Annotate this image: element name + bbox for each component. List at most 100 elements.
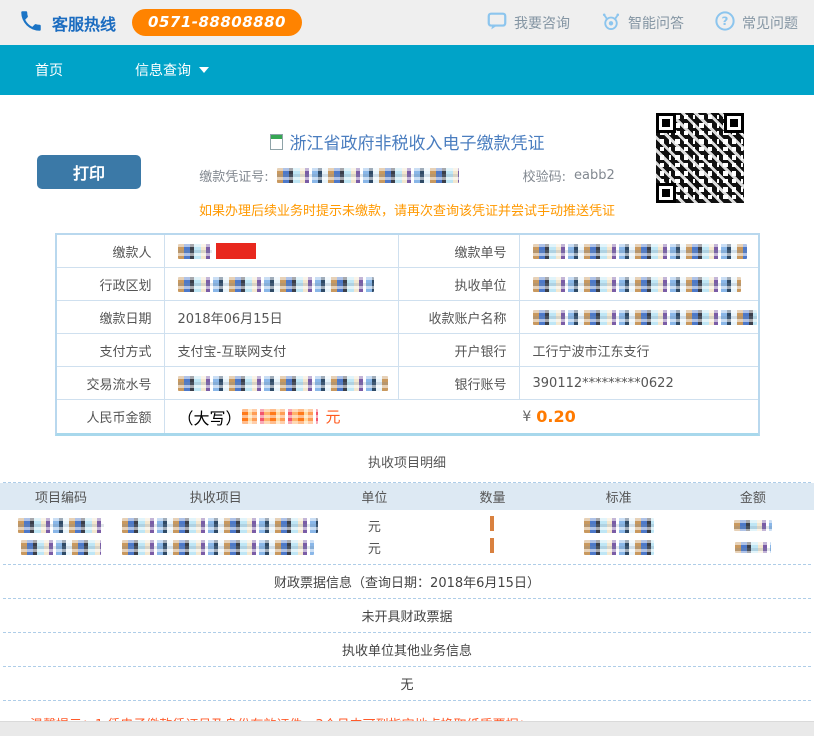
nav-query-label: 信息查询 [135,60,191,80]
table-row: 行政区划 执收单位 [57,268,758,301]
qr-code [654,111,746,205]
detail-code-redacted [0,540,122,555]
detail-unit: 元 [309,516,439,535]
detail-standard-redacted [545,540,692,555]
detail-code-redacted [0,518,122,533]
smart-qa-link[interactable]: 智能问答 [600,10,684,36]
field-label-region: 行政区划 [57,268,165,300]
hotline-number: 0571-88808880 [132,9,302,36]
page-title: 浙江省政府非税收入电子缴款凭证 [290,129,545,154]
invoice-status: 未开具财政票据 [0,599,814,632]
detail-standard-redacted [545,518,692,533]
other-business-value: 无 [0,667,814,700]
field-label-collecting-unit: 执收单位 [399,268,520,300]
nav-home-label: 首页 [35,60,63,80]
main-nav: 首页 信息查询 [0,45,814,95]
col-header-amount: 金额 [692,487,814,506]
document-icon [270,134,283,150]
table-row: 缴款日期 2018年06月15日 收款账户名称 [57,301,758,334]
field-label-pay-date: 缴款日期 [57,301,165,333]
col-header-code: 项目编码 [0,487,122,506]
payment-info-table: 缴款人 缴款单号 行政区划 执收单位 缴款日期 2018年06月15日 收款账户… [55,233,760,436]
qr-finder-topleft [656,113,676,133]
table-row: 交易流水号 银行账号 390112*********0622 [57,367,758,400]
amount-numeric: ¥ 0.20 [341,407,758,426]
amount-value: 0.20 [536,407,575,426]
question-circle-icon: ? [714,10,736,36]
amount-capital-prefix: （大写） [178,405,242,429]
chat-bubble-icon [486,10,508,36]
detail-item-redacted [122,518,309,533]
currency-symbol: ¥ [522,409,531,425]
detail-item-redacted [122,540,309,555]
field-value-pay-method: 支付宝-互联网支付 [165,334,399,366]
field-label-transaction-no: 交易流水号 [57,367,165,399]
col-header-item: 执收项目 [122,487,309,506]
voucher-no-label: 缴款凭证号: [199,166,268,185]
field-value-bank: 工行宁波市江东支行 [520,334,758,366]
field-value-amount: （大写） 元 ¥ 0.20 [165,400,758,433]
qr-finder-topright [724,113,744,133]
check-code-label: 校验码: [523,166,566,185]
other-business-title: 执收单位其他业务信息 [0,633,814,666]
field-label-bank-account: 银行账号 [399,367,520,399]
table-row: 支付方式 支付宝-互联网支付 开户银行 工行宁波市江东支行 [57,334,758,367]
detail-row: 元 [0,536,814,558]
detail-row: 元 [0,514,814,536]
detail-unit: 元 [309,538,439,557]
detail-table-header: 项目编码 执收项目 单位 数量 标准 金额 [0,483,814,510]
field-value-payment-no [520,235,758,267]
detail-qty-redacted [440,516,546,535]
invoice-info-title: 财政票据信息（查询日期：2018年6月15日） [0,565,814,598]
robot-icon [600,10,622,36]
page-footer [0,721,814,736]
field-label-account-name: 收款账户名称 [399,301,520,333]
nav-item-home[interactable]: 首页 [35,60,63,80]
detail-table: 项目编码 执收项目 单位 数量 标准 金额 元 [0,483,814,564]
field-value-pay-date: 2018年06月15日 [165,301,399,333]
detail-section-title: 执收项目明细 [0,452,814,471]
chevron-down-icon [199,67,209,73]
field-label-payer: 缴款人 [57,235,165,267]
col-header-qty: 数量 [440,487,546,506]
consult-link[interactable]: 我要咨询 [486,10,570,36]
field-value-bank-account: 390112*********0622 [520,367,758,399]
detail-amount-redacted [692,540,814,555]
qr-finder-bottomleft [656,183,676,203]
field-label-amount: 人民币金额 [57,400,165,433]
svg-text:?: ? [722,14,729,28]
field-value-region [165,268,399,300]
hotline-label: 客服热线 [52,11,116,35]
consult-link-label: 我要咨询 [514,13,570,33]
table-row-amount: 人民币金额 （大写） 元 ¥ 0.20 [57,400,758,433]
amount-capital-suffix: 元 [326,406,341,427]
table-row: 缴款人 缴款单号 [57,235,758,268]
field-value-transaction-no [165,367,399,399]
divider [3,700,811,701]
field-value-payer [165,235,399,267]
field-label-pay-method: 支付方式 [57,334,165,366]
field-value-collecting-unit [520,268,758,300]
voucher-no-redacted [277,168,459,183]
top-links: 我要咨询 智能问答 ? 常见问题 [486,10,798,36]
field-label-bank: 开户银行 [399,334,520,366]
top-bar: 客服热线 0571-88808880 我要咨询 [0,0,814,45]
field-label-payment-no: 缴款单号 [399,235,520,267]
detail-amount-redacted [692,518,814,533]
faq-link-label: 常见问题 [742,13,798,33]
nav-item-query[interactable]: 信息查询 [135,60,209,80]
col-header-standard: 标准 [545,487,692,506]
check-code-value: eabb2 [574,168,615,183]
amount-capital-redacted [242,409,318,424]
smart-qa-link-label: 智能问答 [628,13,684,33]
redacted-block [216,243,256,259]
page: 客服热线 0571-88808880 我要咨询 [0,0,814,736]
print-button[interactable]: 打印 [37,155,141,189]
detail-table-body: 元 元 [0,514,814,564]
phone-icon [18,8,44,38]
field-value-account-name [520,301,758,333]
voucher-content: 打印 浙江省政府非税收入电子缴款凭证 缴款凭证号: 校验码:eabb2 如果办理… [0,95,814,733]
detail-qty-redacted [440,538,546,557]
col-header-unit: 单位 [309,487,439,506]
faq-link[interactable]: ? 常见问题 [714,10,798,36]
